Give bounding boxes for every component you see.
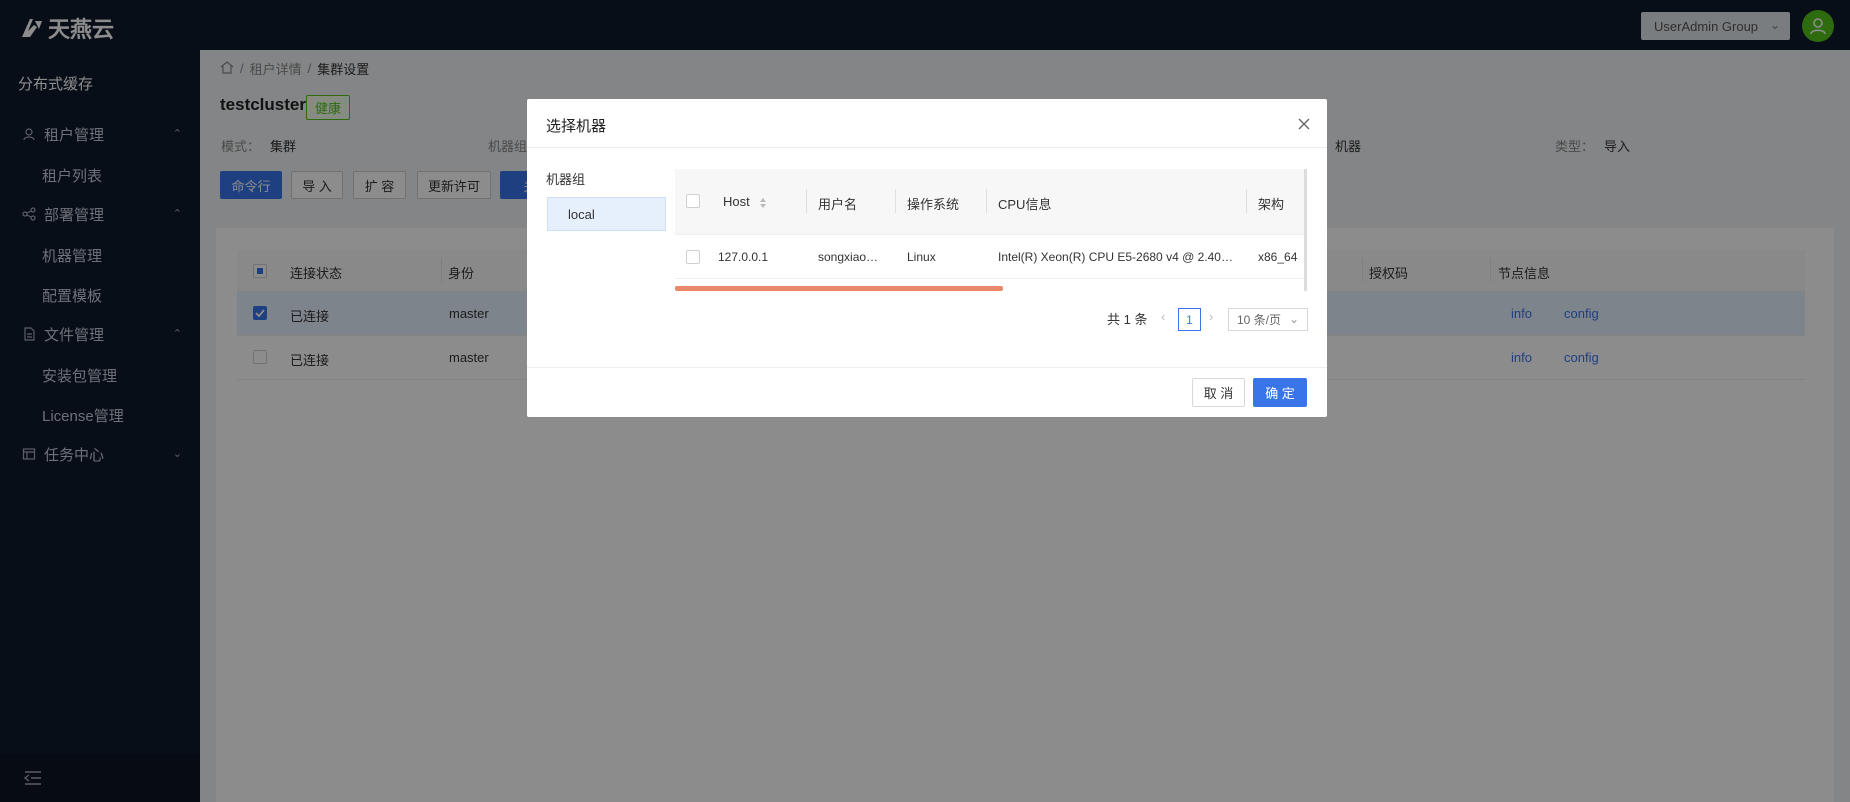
vertical-scrollbar[interactable] (1304, 169, 1307, 291)
machine-row[interactable]: 127.0.0.1 songxiao… Linux Intel(R) Xeon(… (675, 235, 1307, 279)
select-machine-dialog: 选择机器 机器组 local Host 用户名 操作系统 CPU信息 架构 12… (527, 99, 1327, 417)
dialog-footer-divider (527, 367, 1327, 368)
column-header-host[interactable]: Host (723, 194, 767, 209)
select-all-checkbox[interactable] (686, 194, 700, 208)
confirm-button[interactable]: 确 定 (1253, 378, 1307, 407)
column-header-os: 操作系统 (907, 197, 960, 212)
machine-group-label: 机器组 (546, 172, 586, 187)
dialog-title: 选择机器 (546, 118, 607, 135)
machine-table-header: Host 用户名 操作系统 CPU信息 架构 (675, 169, 1307, 235)
column-label: Host (723, 194, 750, 209)
row-checkbox[interactable] (686, 250, 700, 264)
next-page-icon[interactable]: › (1209, 309, 1213, 324)
page-size-value: 10 条/页 (1237, 313, 1282, 327)
column-header-user: 用户名 (818, 197, 858, 212)
arch-value: x86_64 (1258, 250, 1298, 264)
cpu-value: Intel(R) Xeon(R) CPU E5-2680 v4 @ 2.40… (998, 250, 1233, 264)
os-value: Linux (907, 250, 936, 264)
close-icon[interactable] (1297, 115, 1311, 136)
column-header-arch: 架构 (1258, 197, 1285, 212)
prev-page-icon[interactable]: ‹ (1161, 309, 1165, 324)
horizontal-scrollbar[interactable] (675, 286, 1003, 291)
user-value: songxiao… (818, 250, 879, 264)
page-size-select[interactable]: 10 条/页 ⌄ (1228, 308, 1308, 331)
chevron-down-icon: ⌄ (1288, 312, 1299, 326)
cancel-button[interactable]: 取 消 (1192, 378, 1245, 407)
page-number[interactable]: 1 (1178, 308, 1201, 331)
sort-icon[interactable] (759, 197, 767, 209)
dialog-header: 选择机器 (527, 99, 1327, 148)
host-value: 127.0.0.1 (718, 250, 769, 264)
total-count: 共 1 条 (1107, 312, 1148, 327)
column-header-cpu: CPU信息 (998, 197, 1052, 212)
machine-group-item-local[interactable]: local (547, 197, 666, 231)
